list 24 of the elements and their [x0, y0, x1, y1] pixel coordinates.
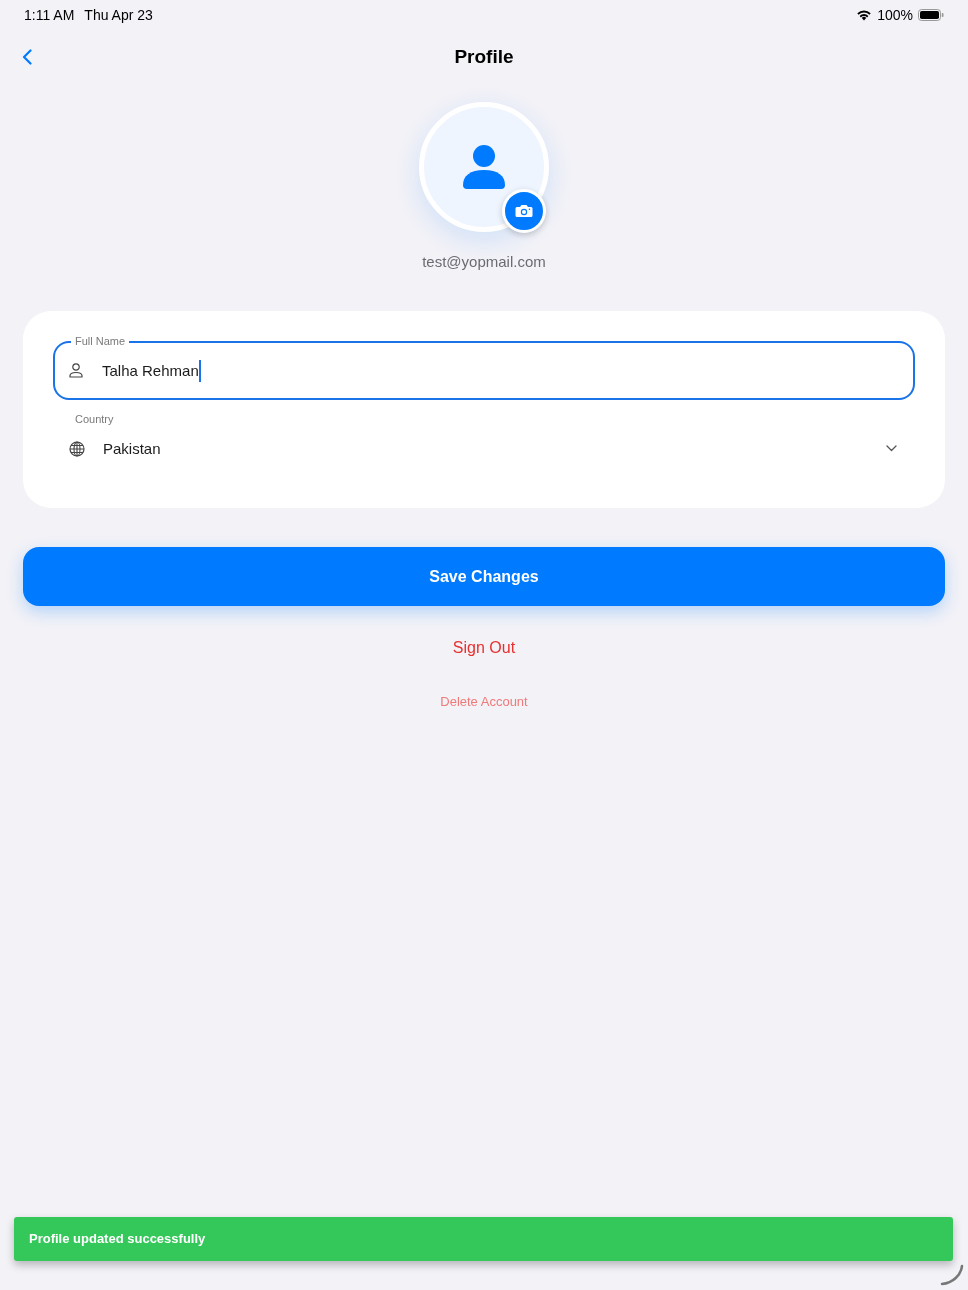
status-time: 1:11 AM: [24, 5, 75, 25]
person-silhouette-icon: [463, 145, 505, 189]
field-label: Full Name: [71, 334, 130, 348]
field-value: Talha Rehman: [102, 360, 199, 381]
delete-account-link[interactable]: Delete Account: [440, 693, 528, 711]
chevron-down-icon: [886, 445, 897, 452]
wifi-icon: [856, 9, 873, 21]
text-cursor: [198, 359, 201, 382]
camera-icon: [515, 204, 533, 218]
selected-country: Pakistan: [103, 438, 161, 459]
status-date: Thu Apr 23: [84, 5, 153, 25]
email-text: test@yopmail.com: [422, 252, 546, 272]
sign-out-link[interactable]: Sign Out: [452, 637, 516, 659]
change-photo-button[interactable]: [502, 189, 546, 233]
battery-percentage: 100%: [877, 5, 913, 25]
save-changes-button[interactable]: Save Changes: [23, 547, 945, 606]
battery-icon: [918, 9, 944, 21]
back-chevron-icon: [22, 49, 32, 65]
page-title: Profile: [454, 44, 514, 69]
loading-arc-icon: [940, 1264, 964, 1286]
person-outline-icon: [69, 363, 83, 378]
country-select[interactable]: Country Pakistan: [53, 411, 915, 478]
toast-message: Profile updated successfully: [29, 1230, 206, 1249]
globe-icon: [69, 440, 85, 457]
